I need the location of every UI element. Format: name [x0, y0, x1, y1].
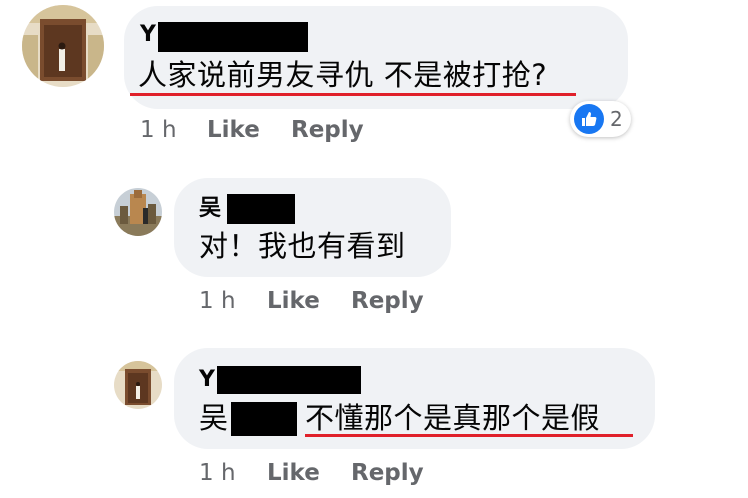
- commenter-name[interactable]: 吴: [199, 196, 221, 222]
- reaction-count: 2: [610, 107, 623, 131]
- avatar-image: [114, 361, 162, 409]
- reply-button[interactable]: Reply: [351, 459, 424, 487]
- like-button[interactable]: Like: [267, 287, 320, 315]
- commenter-name[interactable]: Y: [140, 22, 156, 48]
- redaction-bar: [217, 366, 361, 394]
- commenter-name[interactable]: Y: [199, 367, 215, 393]
- avatar-image: [22, 5, 104, 87]
- comment-text: 对！我也有看到: [199, 229, 406, 263]
- mention-name[interactable]: 吴: [199, 400, 229, 436]
- thumbs-up-icon: [574, 104, 604, 134]
- like-button[interactable]: Like: [207, 116, 260, 144]
- comment-time[interactable]: 1 h: [199, 459, 236, 487]
- avatar[interactable]: [22, 5, 104, 87]
- reply-button[interactable]: Reply: [351, 287, 424, 315]
- avatar-image: [114, 188, 162, 236]
- comment-time[interactable]: 1 h: [140, 116, 177, 144]
- reaction-badge[interactable]: 2: [570, 101, 631, 137]
- comment-text: 人家说前男友寻仇 不是被打抢?: [138, 58, 548, 92]
- avatar[interactable]: [114, 188, 162, 236]
- redaction-bar: [158, 22, 308, 52]
- redaction-bar: [227, 194, 295, 224]
- like-button[interactable]: Like: [267, 459, 320, 487]
- red-underline: [305, 434, 633, 437]
- red-underline: [130, 93, 576, 96]
- comment-time[interactable]: 1 h: [199, 287, 236, 315]
- avatar[interactable]: [114, 361, 162, 409]
- reply-button[interactable]: Reply: [291, 116, 364, 144]
- redaction-bar: [231, 402, 297, 436]
- comment-text: 不懂那个是真那个是假: [305, 401, 601, 435]
